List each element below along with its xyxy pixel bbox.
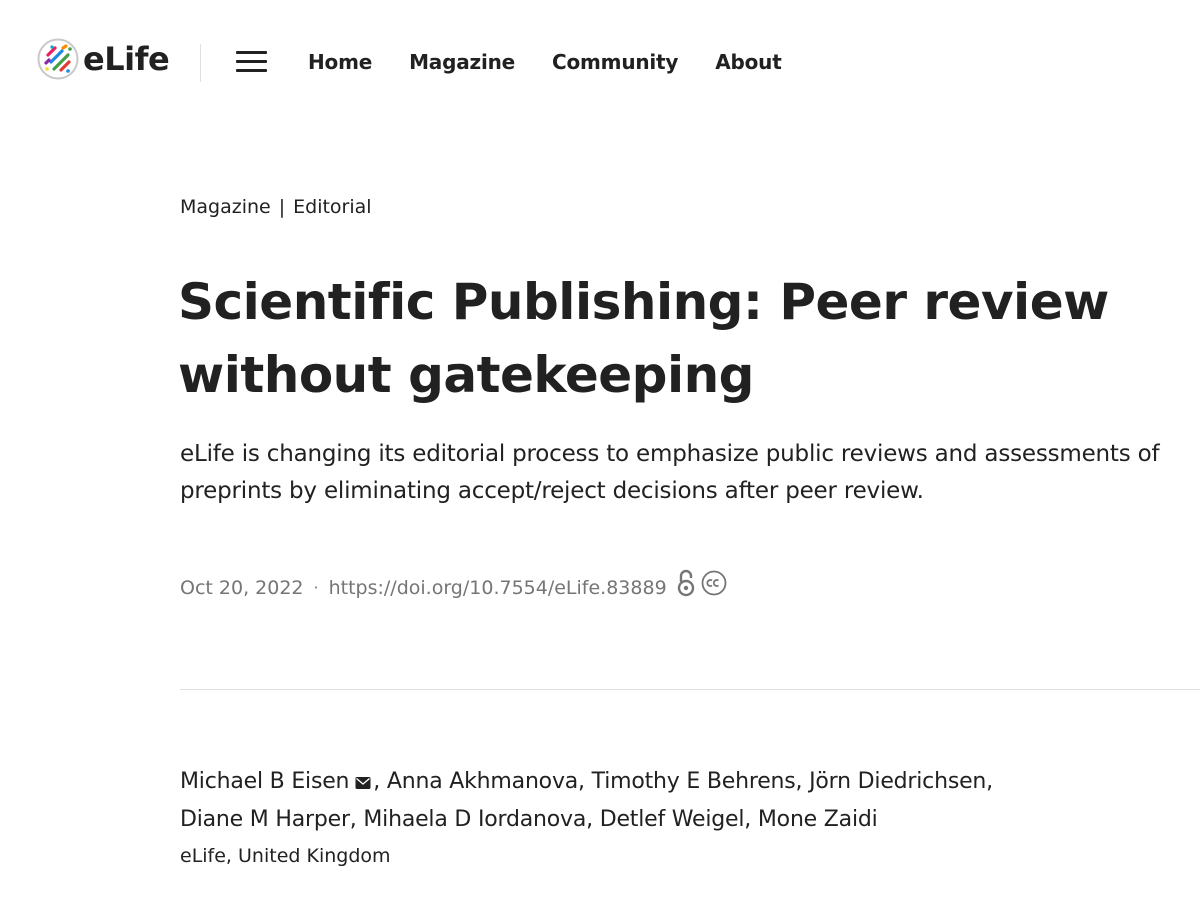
- doi-link[interactable]: https://doi.org/10.7554/eLife.83889: [329, 573, 667, 603]
- hamburger-menu-icon[interactable]: [236, 51, 267, 73]
- abstract-line-2: preprints by eliminating accept/reject d…: [180, 478, 924, 504]
- meta-separator: ·: [313, 577, 319, 597]
- abstract-line-1: eLife is changing its editorial process …: [180, 441, 1160, 467]
- title-line-2: without gatekeeping: [178, 346, 754, 404]
- kicker-type: Editorial: [293, 196, 372, 218]
- main-nav: Home Magazine Community About: [308, 46, 819, 78]
- creative-commons-icon[interactable]: [701, 570, 727, 605]
- author-link-eisen[interactable]: Michael B Eisen: [180, 769, 349, 794]
- authors-line-1-rest: , Anna Akhmanova, Timothy E Behrens, Jör…: [373, 769, 993, 794]
- nav-about[interactable]: About: [715, 46, 782, 78]
- kicker-separator: |: [278, 196, 286, 218]
- nav-community[interactable]: Community: [552, 46, 678, 78]
- kicker-section-link[interactable]: Magazine: [180, 196, 271, 218]
- author-list: Michael B Eisen , Anna Akhmanova, Timothy…: [180, 764, 1180, 838]
- elife-logo[interactable]: eLife: [37, 38, 170, 80]
- elife-logo-icon: [37, 38, 79, 80]
- title-line-1: Scientific Publishing: Peer review: [178, 273, 1109, 331]
- nav-magazine[interactable]: Magazine: [409, 46, 515, 78]
- article-kicker: Magazine | Editorial: [180, 193, 372, 221]
- article-title: Scientific Publishing: Peer review witho…: [178, 266, 1188, 412]
- section-divider: [180, 689, 1200, 690]
- article-meta: Oct 20, 2022 · https://doi.org/10.7554/e…: [180, 569, 727, 606]
- author-affiliation: eLife, United Kingdom: [180, 845, 391, 867]
- header-divider: [200, 44, 201, 82]
- logo-wordmark: eLife: [83, 40, 170, 78]
- open-lock-icon[interactable]: [677, 569, 695, 606]
- publication-date: Oct 20, 2022: [180, 576, 304, 599]
- site-header: eLife Home Magazine Community About: [0, 0, 1200, 124]
- authors-line-2: Diane M Harper, Mihaela D Iordanova, Det…: [180, 807, 878, 832]
- envelope-icon[interactable]: [355, 766, 371, 802]
- article-abstract: eLife is changing its editorial process …: [180, 436, 1190, 510]
- nav-home[interactable]: Home: [308, 46, 372, 78]
